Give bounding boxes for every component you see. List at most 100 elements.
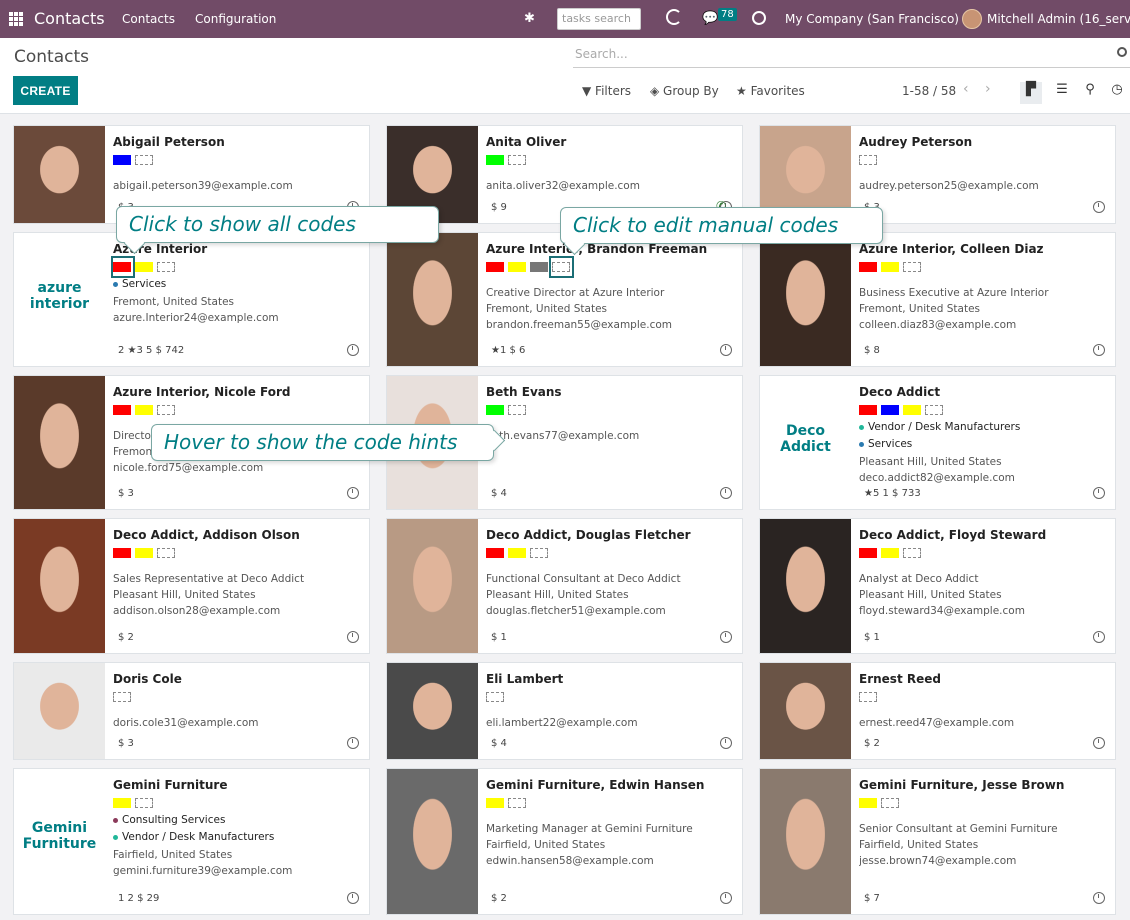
activity-clock-icon[interactable] (720, 737, 732, 749)
search-input[interactable]: Search... (573, 44, 1130, 68)
color-codes[interactable] (486, 405, 734, 416)
color-code-tag[interactable] (903, 548, 921, 558)
color-codes[interactable] (486, 548, 734, 559)
pager-previous-icon[interactable]: ‹ (963, 81, 969, 97)
color-code-tag[interactable] (508, 155, 526, 165)
menu-configuration[interactable]: Configuration (195, 12, 276, 26)
color-code-tag[interactable] (113, 798, 131, 808)
color-code-tag[interactable] (113, 155, 131, 165)
color-code-tag[interactable] (859, 262, 877, 272)
color-code-tag[interactable] (113, 692, 131, 702)
contact-card[interactable]: Deco Addict Deco Addict Vendor / Desk Manu… (759, 375, 1116, 510)
color-code-tag[interactable] (859, 405, 877, 415)
user-menu[interactable]: Mitchell Admin (16_serve (987, 12, 1130, 26)
map-view-icon[interactable]: ⚲ (1079, 82, 1101, 104)
contact-card[interactable]: Azure Interior, Brandon Freeman Creative … (386, 232, 743, 367)
color-code-tag[interactable] (881, 262, 899, 272)
card-stats[interactable]: $ 7 (864, 893, 880, 904)
color-codes[interactable] (113, 405, 361, 416)
color-code-tag[interactable] (859, 798, 877, 808)
activity-clock-icon[interactable] (720, 892, 732, 904)
menu-contacts[interactable]: Contacts (122, 12, 175, 26)
card-stats[interactable]: $ 2 (118, 632, 134, 643)
contact-name[interactable]: Beth Evans (486, 385, 734, 399)
color-code-tag[interactable] (859, 548, 877, 558)
create-button[interactable]: CREATE (13, 76, 78, 105)
color-codes[interactable] (859, 262, 1107, 273)
card-stats[interactable]: ★5 1 $ 733 (864, 488, 921, 499)
contact-card[interactable]: Gemini Furniture, Jesse Brown Senior Cons… (759, 768, 1116, 915)
card-stats[interactable]: $ 2 (491, 893, 507, 904)
card-stats[interactable]: $ 3 (118, 488, 134, 499)
color-codes[interactable] (486, 798, 734, 809)
activity-clock-icon[interactable] (1093, 487, 1105, 499)
kanban-view-icon[interactable]: ▛ (1020, 82, 1042, 104)
color-code-tag[interactable] (486, 798, 504, 808)
color-code-tag[interactable] (486, 262, 504, 272)
activity-view-icon[interactable]: ◷ (1106, 82, 1128, 104)
contact-card[interactable]: Ernest Reed ernest.reed47@example.com $ 2 (759, 662, 1116, 760)
card-stats[interactable]: $ 4 (491, 738, 507, 749)
color-code-tag[interactable] (113, 548, 131, 558)
company-switcher[interactable]: My Company (San Francisco) (785, 12, 959, 26)
filters-button[interactable]: ▼ Filters (582, 84, 631, 98)
contact-name[interactable]: Gemini Furniture, Jesse Brown (859, 778, 1107, 792)
color-codes[interactable] (859, 692, 1107, 703)
show-all-codes-highlight[interactable] (111, 256, 135, 278)
activity-clock-icon[interactable] (347, 487, 359, 499)
color-code-tag[interactable] (925, 405, 943, 415)
color-code-tag[interactable] (530, 262, 548, 272)
card-stats[interactable]: ★1 $ 6 (491, 345, 525, 356)
color-code-tag[interactable] (157, 548, 175, 558)
card-stats[interactable]: $ 2 (864, 738, 880, 749)
contact-card[interactable]: Deco Addict, Douglas Fletcher Functional … (386, 518, 743, 654)
color-codes[interactable] (486, 262, 734, 273)
color-code-tag[interactable] (881, 798, 899, 808)
card-stats[interactable]: 2 ★3 5 $ 742 (118, 345, 184, 356)
color-code-tag[interactable] (903, 405, 921, 415)
tasks-search-input[interactable]: tasks search (557, 8, 641, 30)
messages-icon[interactable]: 💬 (702, 11, 718, 26)
card-stats[interactable]: $ 3 (118, 738, 134, 749)
list-view-icon[interactable]: ☰ (1051, 82, 1073, 104)
contact-name[interactable]: Audrey Peterson (859, 135, 1107, 149)
contact-name[interactable]: Deco Addict, Douglas Fletcher (486, 528, 734, 542)
color-code-tag[interactable] (486, 548, 504, 558)
color-code-tag[interactable] (135, 548, 153, 558)
pager-value[interactable]: 1-58 / 58 (902, 84, 956, 98)
color-code-tag[interactable] (135, 798, 153, 808)
color-codes[interactable] (859, 405, 1107, 416)
pager-next-icon[interactable]: › (985, 81, 991, 97)
color-code-tag[interactable] (486, 155, 504, 165)
contact-card[interactable]: Azure Interior, Colleen Diaz Business Exe… (759, 232, 1116, 367)
contact-name[interactable]: Doris Cole (113, 672, 361, 686)
card-stats[interactable]: $ 1 (864, 632, 880, 643)
color-codes[interactable] (486, 692, 734, 703)
activity-clock-icon[interactable] (347, 344, 359, 356)
color-code-tag[interactable] (903, 262, 921, 272)
color-code-tag[interactable] (486, 405, 504, 415)
contact-name[interactable]: Ernest Reed (859, 672, 1107, 686)
group-by-button[interactable]: ◈ Group By (650, 84, 719, 98)
color-codes[interactable] (486, 155, 734, 166)
activity-clock-icon[interactable] (347, 631, 359, 643)
contact-name[interactable]: Azure Interior (113, 242, 361, 256)
contact-name[interactable]: Azure Interior, Brandon Freeman (486, 242, 734, 256)
card-stats[interactable]: $ 4 (491, 488, 507, 499)
contact-name[interactable]: Gemini Furniture, Edwin Hansen (486, 778, 734, 792)
contact-card[interactable]: Eli Lambert eli.lambert22@example.com $ 4 (386, 662, 743, 760)
color-codes[interactable] (113, 262, 361, 273)
contact-name[interactable]: Deco Addict, Addison Olson (113, 528, 361, 542)
activity-clock-icon[interactable] (1093, 631, 1105, 643)
color-code-tag[interactable] (881, 548, 899, 558)
color-code-tag[interactable] (859, 692, 877, 702)
color-codes[interactable] (113, 548, 361, 559)
color-code-tag[interactable] (135, 155, 153, 165)
color-codes[interactable] (859, 155, 1107, 166)
color-code-tag[interactable] (508, 405, 526, 415)
card-stats[interactable]: $ 1 (491, 632, 507, 643)
app-title[interactable]: Contacts (34, 9, 105, 28)
contact-card[interactable]: Gemini Furniture, Edwin Hansen Marketing … (386, 768, 743, 915)
color-code-tag[interactable] (881, 405, 899, 415)
color-code-tag[interactable] (508, 262, 526, 272)
